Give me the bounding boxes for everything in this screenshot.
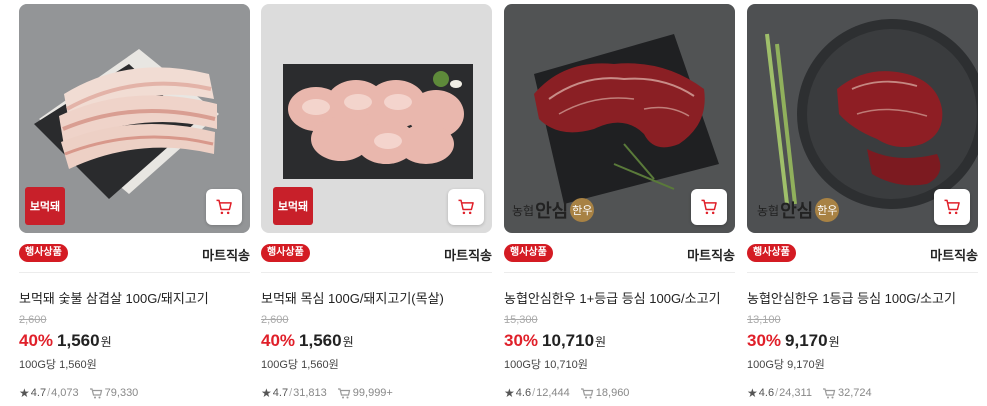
event-badge: 행사상품 bbox=[504, 244, 553, 262]
brand-logo: 보먹돼 bbox=[273, 187, 313, 225]
product-card[interactable]: 보먹돼 행사상품 마트직송 보먹돼 목심 100G/돼지고기(목살) 2,600… bbox=[261, 4, 492, 406]
discount-rate: 30% bbox=[747, 331, 782, 350]
price-row: 30% 10,710원 bbox=[504, 331, 606, 351]
product-grid: 보먹돼 행사상품 마트직송 보먹돼 숯불 삼겹살 100G/돼지고기 2,600… bbox=[0, 0, 987, 406]
star-icon: ★ bbox=[747, 386, 758, 400]
stats-row: ★ 4.7 / 4,073 79,330 bbox=[19, 386, 138, 400]
separator: / bbox=[289, 387, 293, 399]
tag-row: 행사상품 마트직송 bbox=[747, 244, 978, 263]
separator: / bbox=[47, 387, 51, 399]
rating: 4.6 bbox=[515, 387, 532, 399]
delivery-label: 마트직송 bbox=[687, 248, 735, 263]
discount-rate: 40% bbox=[19, 331, 54, 350]
cart-icon bbox=[944, 199, 960, 215]
stats-row: ★ 4.7 / 31,813 99,999+ bbox=[261, 386, 393, 400]
view-count: 99,999+ bbox=[352, 387, 393, 399]
delivery-label: 마트직송 bbox=[444, 248, 492, 263]
add-to-cart-button[interactable] bbox=[691, 189, 727, 225]
stats-row: ★ 4.6 / 24,311 32,724 bbox=[747, 386, 872, 400]
original-price: 15,300 bbox=[504, 314, 538, 326]
event-badge: 행사상품 bbox=[261, 244, 310, 262]
stats-row: ★ 4.6 / 12,444 18,960 bbox=[504, 386, 629, 400]
product-title[interactable]: 농협안심한우 1+등급 등심 100G/소고기 bbox=[504, 288, 721, 307]
tag-row: 행사상품 마트직송 bbox=[261, 244, 492, 263]
product-title[interactable]: 농협안심한우 1등급 등심 100G/소고기 bbox=[747, 288, 956, 307]
discount-rate: 40% bbox=[261, 331, 296, 350]
unit-price: 100G당 1,560원 bbox=[19, 359, 97, 371]
add-to-cart-button[interactable] bbox=[934, 189, 970, 225]
product-card[interactable]: 농협 안심 한우 행사상품 마트직송 농협안심한우 1등급 등심 100G/소고기 … bbox=[747, 4, 978, 406]
product-image[interactable]: 보먹돼 bbox=[19, 4, 250, 233]
view-count-icon bbox=[89, 387, 103, 399]
currency: 원 bbox=[342, 335, 354, 349]
cart-icon bbox=[458, 199, 474, 215]
rating: 4.7 bbox=[30, 387, 47, 399]
star-icon: ★ bbox=[261, 386, 272, 400]
rating: 4.7 bbox=[272, 387, 289, 399]
view-count: 79,330 bbox=[104, 387, 139, 399]
separator: / bbox=[532, 387, 536, 399]
unit-price: 100G당 9,170원 bbox=[747, 359, 825, 371]
currency: 원 bbox=[595, 335, 607, 349]
product-card[interactable]: 보먹돼 행사상품 마트직송 보먹돼 숯불 삼겹살 100G/돼지고기 2,600… bbox=[19, 4, 250, 406]
add-to-cart-button[interactable] bbox=[448, 189, 484, 225]
product-image[interactable]: 농협 안심 한우 bbox=[747, 4, 978, 233]
original-price: 2,600 bbox=[19, 314, 47, 326]
divider bbox=[261, 272, 492, 273]
brand-logo: 농협 안심 한우 bbox=[757, 197, 840, 223]
sale-price: 9,170 bbox=[785, 331, 828, 350]
view-count: 18,960 bbox=[595, 387, 630, 399]
delivery-label: 마트직송 bbox=[930, 248, 978, 263]
currency: 원 bbox=[828, 335, 840, 349]
brand-logo: 농협 안심 한우 bbox=[512, 197, 595, 223]
cart-icon bbox=[216, 199, 232, 215]
view-count: 32,724 bbox=[837, 387, 872, 399]
currency: 원 bbox=[100, 335, 112, 349]
divider bbox=[747, 272, 978, 273]
delivery-label: 마트직송 bbox=[202, 248, 250, 263]
tag-row: 행사상품 마트직송 bbox=[504, 244, 735, 263]
star-icon: ★ bbox=[19, 386, 30, 400]
star-icon: ★ bbox=[504, 386, 515, 400]
review-count: 31,813 bbox=[293, 387, 327, 399]
price-row: 30% 9,170원 bbox=[747, 331, 840, 351]
discount-rate: 30% bbox=[504, 331, 539, 350]
product-image[interactable]: 보먹돼 bbox=[261, 4, 492, 233]
divider bbox=[504, 272, 735, 273]
view-count-icon bbox=[580, 387, 594, 399]
original-price: 2,600 bbox=[261, 314, 289, 326]
event-badge: 행사상품 bbox=[747, 244, 796, 262]
view-count-icon bbox=[337, 387, 351, 399]
product-card[interactable]: 농협 안심 한우 행사상품 마트직송 농협안심한우 1+등급 등심 100G/소고기… bbox=[504, 4, 735, 406]
sale-price: 1,560 bbox=[57, 331, 100, 350]
unit-price: 100G당 10,710원 bbox=[504, 359, 588, 371]
view-count-icon bbox=[822, 387, 836, 399]
product-image[interactable]: 농협 안심 한우 bbox=[504, 4, 735, 233]
review-count: 12,444 bbox=[536, 387, 570, 399]
brand-logo: 보먹돼 bbox=[25, 187, 65, 225]
cart-icon bbox=[701, 199, 717, 215]
divider bbox=[19, 272, 250, 273]
tag-row: 행사상품 마트직송 bbox=[19, 244, 250, 263]
sale-price: 1,560 bbox=[299, 331, 342, 350]
price-row: 40% 1,560원 bbox=[19, 331, 112, 351]
rating: 4.6 bbox=[758, 387, 775, 399]
unit-price: 100G당 1,560원 bbox=[261, 359, 339, 371]
product-title[interactable]: 보먹돼 숯불 삼겹살 100G/돼지고기 bbox=[19, 288, 209, 307]
original-price: 13,100 bbox=[747, 314, 781, 326]
review-count: 4,073 bbox=[51, 387, 79, 399]
separator: / bbox=[775, 387, 779, 399]
event-badge: 행사상품 bbox=[19, 244, 68, 262]
product-title[interactable]: 보먹돼 목심 100G/돼지고기(목살) bbox=[261, 288, 444, 307]
review-count: 24,311 bbox=[779, 387, 812, 399]
add-to-cart-button[interactable] bbox=[206, 189, 242, 225]
sale-price: 10,710 bbox=[542, 331, 595, 350]
price-row: 40% 1,560원 bbox=[261, 331, 354, 351]
